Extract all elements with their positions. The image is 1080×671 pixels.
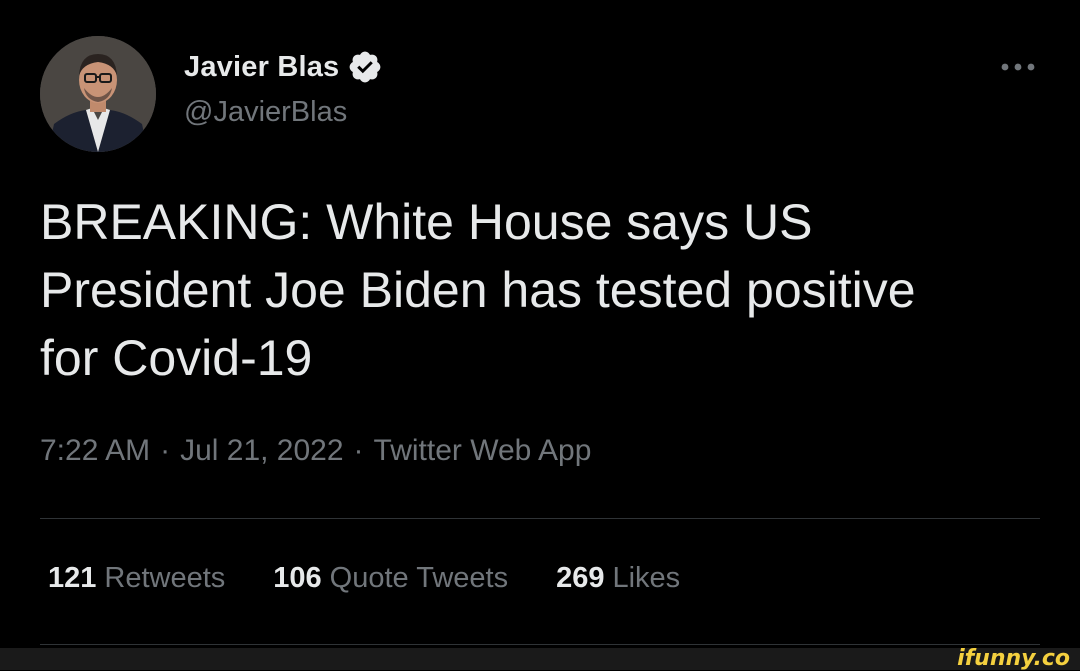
likes-label: Likes — [612, 562, 681, 594]
ifunny-watermark: ifunny.co — [957, 646, 1070, 671]
tweet-time[interactable]: 7:22 AM — [40, 434, 150, 468]
tweet-source-link[interactable]: Twitter Web App — [374, 434, 592, 468]
likes-stat[interactable]: 269 Likes — [556, 562, 680, 595]
more-options-button[interactable] — [998, 48, 1038, 86]
divider — [40, 644, 1040, 645]
tweet-date[interactable]: Jul 21, 2022 — [180, 434, 343, 468]
tweet-meta: 7:22 AM · Jul 21, 2022 · Twitter Web App — [40, 434, 591, 468]
retweets-stat[interactable]: 121 Retweets — [48, 562, 225, 595]
watermark-bar — [0, 648, 1080, 670]
tweet-text: BREAKING: White House says US President … — [40, 194, 916, 386]
divider — [40, 518, 1040, 519]
meta-separator: · — [353, 434, 364, 467]
profile-photo-icon — [40, 36, 156, 152]
meta-separator: · — [160, 434, 171, 467]
ellipsis-icon — [1001, 63, 1035, 71]
author-handle[interactable]: @JavierBlas — [184, 96, 347, 129]
author-display-name[interactable]: Javier Blas — [184, 51, 339, 84]
quote-tweets-stat[interactable]: 106 Quote Tweets — [273, 562, 508, 595]
verified-badge-icon — [347, 49, 383, 85]
author-name-row: Javier Blas — [184, 48, 383, 86]
retweets-count: 121 — [48, 562, 97, 594]
quote-tweets-count: 106 — [273, 562, 322, 594]
likes-count: 269 — [556, 562, 605, 594]
avatar[interactable] — [40, 36, 156, 152]
retweets-label: Retweets — [104, 562, 226, 594]
quote-tweets-label: Quote Tweets — [329, 562, 509, 594]
engagement-stats: 121 Retweets 106 Quote Tweets 269 Likes — [48, 562, 728, 595]
